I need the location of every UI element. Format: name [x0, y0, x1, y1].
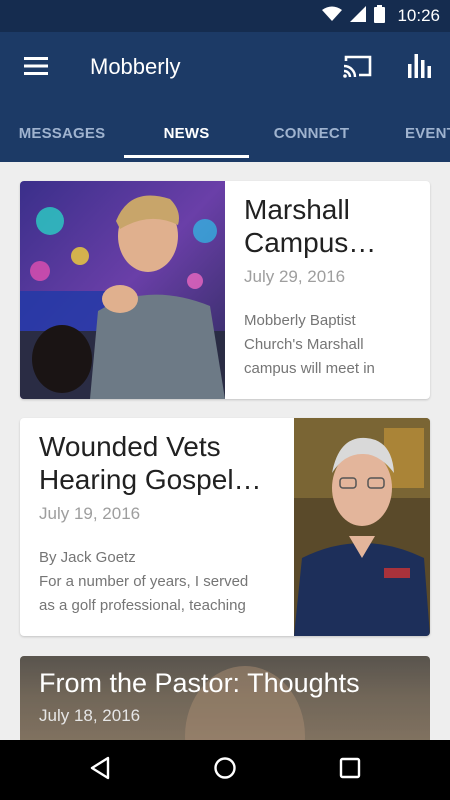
- status-icons: 10:26: [322, 0, 440, 32]
- back-icon: [89, 756, 111, 785]
- news-card-date: July 19, 2016: [39, 504, 141, 523]
- tab-indicator: [124, 155, 249, 158]
- recents-icon: [339, 757, 361, 784]
- excerpt-line: Mobberly Baptist: [244, 312, 356, 329]
- signal-icon: [350, 5, 367, 27]
- news-card-body: Wounded Vets Hearing Gospel… July 19, 20…: [39, 418, 289, 636]
- stats-button[interactable]: [398, 46, 442, 90]
- cast-button[interactable]: [336, 46, 380, 90]
- tab-bar: MESSAGES NEWS CONNECT EVENTS: [0, 104, 450, 162]
- news-card[interactable]: Marshall Campus… July 29, 2016 Mobberly …: [20, 181, 430, 399]
- news-card-title: Marshall Campus…: [244, 193, 424, 259]
- tab-messages[interactable]: MESSAGES: [0, 104, 124, 162]
- recents-button[interactable]: [326, 748, 374, 792]
- title-line: Campus…: [244, 227, 377, 258]
- news-card-excerpt: Mobberly Baptist Church's Marshall campu…: [244, 309, 424, 381]
- home-button[interactable]: [201, 748, 249, 792]
- news-card-date: July 18, 2016: [39, 706, 141, 725]
- tab-news[interactable]: NEWS: [124, 104, 249, 162]
- bar-chart-icon: [407, 53, 433, 83]
- news-card-excerpt: By Jack Goetz For a number of years, I s…: [39, 546, 289, 618]
- news-card-body: Marshall Campus… July 29, 2016 Mobberly …: [244, 181, 424, 399]
- cast-icon: [343, 54, 373, 83]
- menu-button[interactable]: [14, 46, 58, 90]
- tab-connect[interactable]: CONNECT: [249, 104, 374, 162]
- title-line: Wounded Vets: [39, 431, 221, 462]
- system-nav-bar: [0, 740, 450, 800]
- news-card-date: July 29, 2016: [244, 267, 346, 286]
- title-line: Marshall: [244, 194, 350, 225]
- news-card-title: From the Pastor: Thoughts: [39, 668, 360, 698]
- home-icon: [213, 756, 237, 785]
- news-list: Marshall Campus… July 29, 2016 Mobberly …: [0, 162, 450, 740]
- news-card[interactable]: From the Pastor: Thoughts July 18, 2016: [20, 656, 430, 740]
- title-line: Hearing Gospel…: [39, 464, 262, 495]
- wifi-icon: [322, 6, 343, 27]
- news-card-image: [294, 418, 430, 636]
- menu-icon: [24, 56, 48, 80]
- excerpt-line: For a number of years, I served: [39, 573, 249, 590]
- status-bar: 10:26: [0, 0, 450, 32]
- battery-icon: [374, 4, 386, 28]
- excerpt-line: By Jack Goetz: [39, 549, 136, 566]
- news-card-title: Wounded Vets Hearing Gospel…: [39, 430, 289, 496]
- app-title: Mobberly: [90, 54, 181, 79]
- tab-events[interactable]: EVENTS: [405, 104, 450, 162]
- news-card[interactable]: Wounded Vets Hearing Gospel… July 19, 20…: [20, 418, 430, 636]
- excerpt-line: Church's Marshall: [244, 336, 364, 353]
- status-time: 10:26: [397, 6, 440, 25]
- app-bar: Mobberly: [0, 32, 450, 104]
- excerpt-line: campus will meet in: [244, 360, 375, 377]
- news-card-image: [20, 181, 225, 399]
- back-button[interactable]: [76, 748, 124, 792]
- excerpt-line: as a golf professional, teaching: [39, 597, 246, 614]
